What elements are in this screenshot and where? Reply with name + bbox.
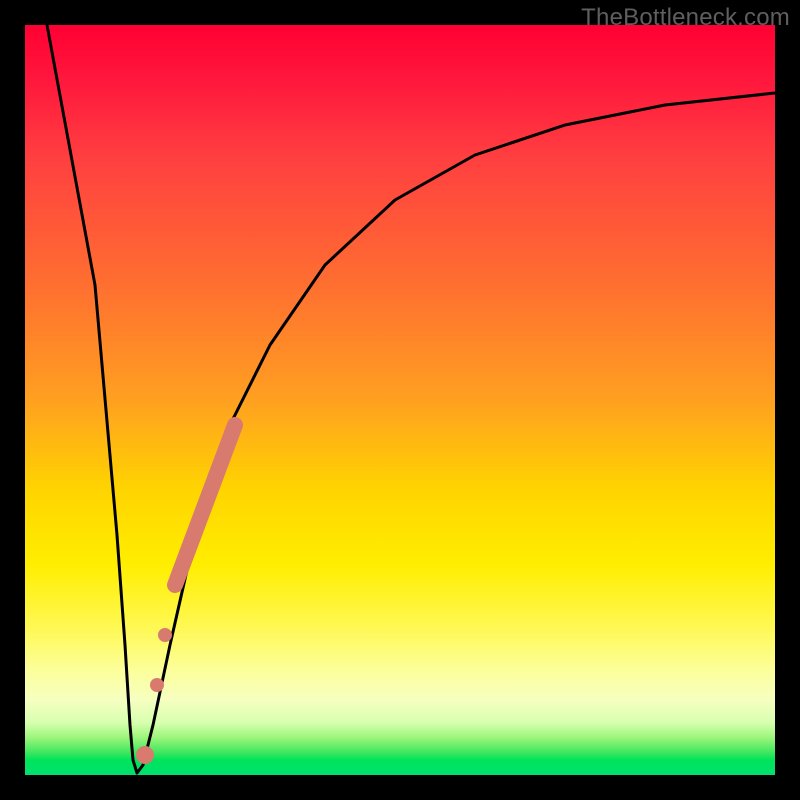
plot-area — [25, 25, 775, 775]
marker-dot-2 — [150, 678, 164, 692]
curve-layer — [25, 25, 775, 775]
marker-dot-1 — [158, 628, 172, 642]
chart-frame: TheBottleneck.com — [0, 0, 800, 800]
bottleneck-curve — [47, 25, 775, 773]
watermark-text: TheBottleneck.com — [581, 4, 790, 32]
highlight-segment — [175, 425, 235, 585]
marker-dot-3 — [136, 746, 154, 764]
